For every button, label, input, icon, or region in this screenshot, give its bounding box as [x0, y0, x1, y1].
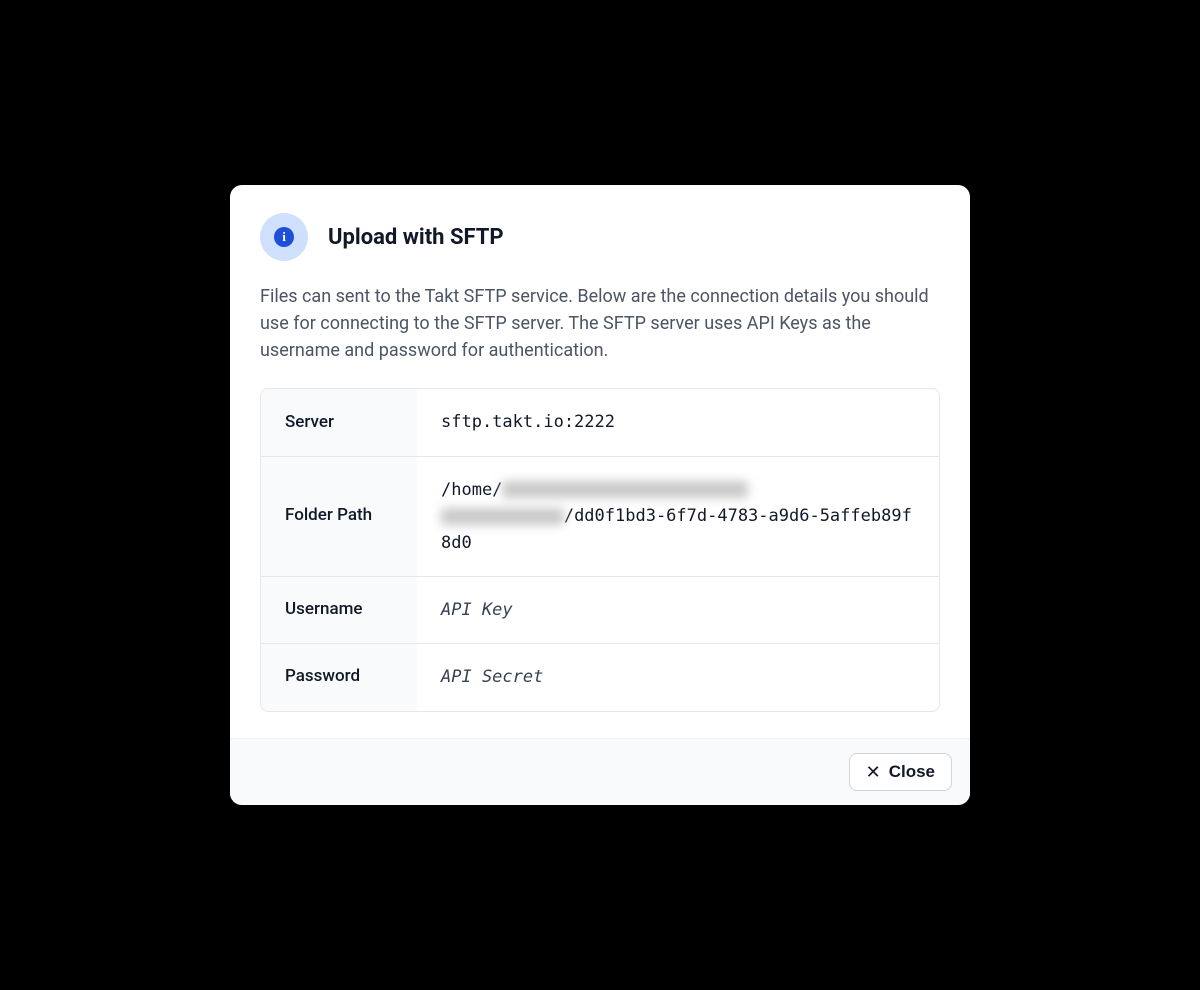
server-label: Server	[261, 389, 417, 455]
info-icon: i	[260, 213, 308, 261]
table-row-server: Server sftp.takt.io:2222	[261, 389, 939, 455]
folder-path-prefix: /home/	[441, 480, 502, 500]
dialog-header: i Upload with SFTP	[260, 213, 940, 261]
table-row-username: Username API Key	[261, 576, 939, 643]
folder-path-redacted-1: xxxxxxxx-xxxx-xxxx-xxxx-	[502, 481, 748, 498]
folder-path-label: Folder Path	[261, 457, 417, 576]
dialog-body: i Upload with SFTP Files can sent to the…	[230, 185, 970, 737]
dialog-title: Upload with SFTP	[328, 225, 504, 250]
close-button-label: Close	[889, 762, 935, 782]
server-value: sftp.takt.io:2222	[417, 389, 939, 455]
folder-path-redacted-2: xxxxxxxxxxxx	[441, 508, 564, 525]
close-button[interactable]: ✕ Close	[849, 753, 952, 791]
sftp-upload-dialog: i Upload with SFTP Files can sent to the…	[230, 185, 970, 804]
password-label: Password	[261, 644, 417, 710]
info-icon-glyph: i	[274, 227, 294, 247]
table-row-folder-path: Folder Path /home/xxxxxxxx-xxxx-xxxx-xxx…	[261, 456, 939, 576]
username-label: Username	[261, 577, 417, 643]
close-icon: ✕	[866, 763, 881, 781]
dialog-footer: ✕ Close	[230, 738, 970, 805]
password-value: API Secret	[417, 644, 939, 710]
folder-path-value: /home/xxxxxxxx-xxxx-xxxx-xxxx-xxxxxxxxxx…	[417, 457, 939, 576]
dialog-description: Files can sent to the Takt SFTP service.…	[260, 283, 940, 364]
connection-details-table: Server sftp.takt.io:2222 Folder Path /ho…	[260, 388, 940, 711]
table-row-password: Password API Secret	[261, 643, 939, 710]
username-value: API Key	[417, 577, 939, 643]
